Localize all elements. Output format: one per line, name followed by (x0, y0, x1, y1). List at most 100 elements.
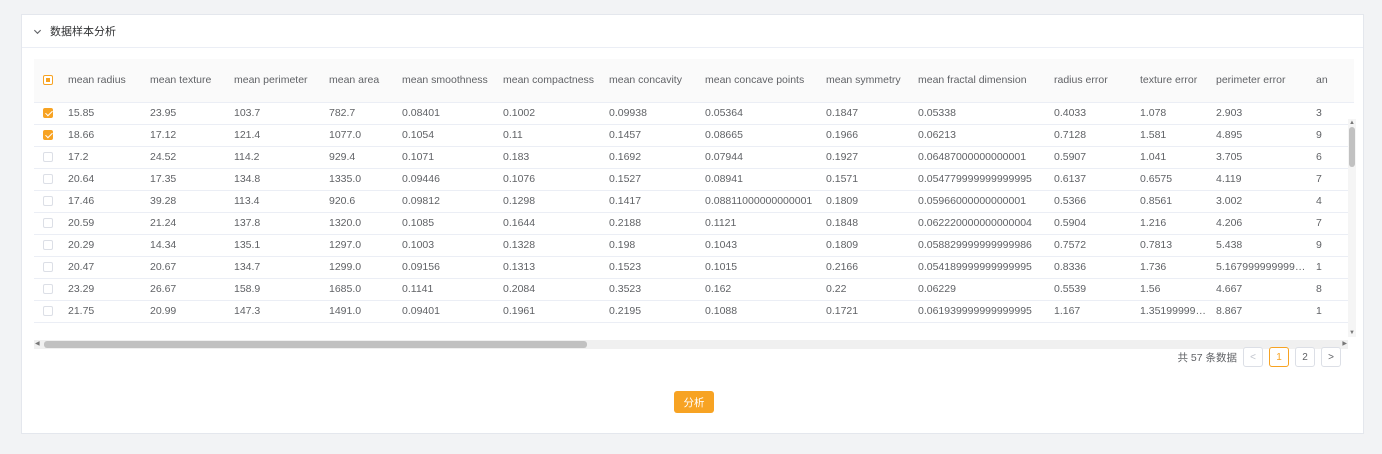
scroll-down-arrow-icon[interactable]: ▼ (1348, 329, 1356, 337)
row-select-cell[interactable] (34, 190, 64, 213)
table-cell: 0.058829999999999986 (914, 234, 1050, 257)
row-select-cell[interactable] (34, 168, 64, 191)
table-cell: 0.08665 (701, 124, 822, 147)
row-checkbox[interactable] (43, 108, 53, 119)
table-cell: 0.183 (499, 146, 605, 169)
table-row[interactable]: 17.46 39.28 113.4 920.6 0.09812 0.1298 0.1417 0… (34, 190, 1354, 213)
scroll-right-arrow-icon[interactable]: ▶ (1342, 340, 1347, 349)
row-checkbox[interactable] (43, 174, 53, 185)
table-row[interactable]: 20.29 14.34 135.1 1297.0 0.1003 0.1328 0.198 0.… (34, 234, 1354, 257)
row-checkbox[interactable] (43, 196, 53, 207)
table-cell: 1077.0 (325, 124, 398, 147)
row-checkbox[interactable] (43, 218, 53, 229)
row-checkbox[interactable] (43, 284, 53, 295)
table-cell: 20.29 (64, 234, 146, 257)
scroll-up-arrow-icon[interactable]: ▲ (1348, 119, 1356, 127)
table-cell: 4.206 (1212, 212, 1312, 235)
table-cell: 0.8561 (1136, 190, 1212, 213)
page-1-button[interactable]: 1 (1269, 347, 1289, 367)
table-cell: 1320.0 (325, 212, 398, 235)
row-select-cell[interactable] (34, 124, 64, 147)
vertical-scroll-thumb[interactable] (1349, 127, 1355, 167)
vertical-scrollbar[interactable]: ▲ ▼ (1348, 119, 1356, 337)
table-cell: 0.1527 (605, 168, 701, 191)
row-select-cell[interactable] (34, 234, 64, 257)
table-cell: 0.22 (822, 278, 914, 301)
column-header: an (1312, 59, 1354, 103)
table-cell: 0.1298 (499, 190, 605, 213)
horizontal-scroll-thumb[interactable] (44, 341, 587, 348)
prev-page-button[interactable]: < (1243, 347, 1263, 367)
table-row[interactable]: 15.85 23.95 103.7 782.7 0.08401 0.1002 0.09938… (34, 102, 1354, 125)
table-header-row: mean radius mean texture mean perimeter mea… (34, 59, 1354, 103)
table-row[interactable]: 20.59 21.24 137.8 1320.0 0.1085 0.1644 0.2188 0… (34, 212, 1354, 235)
table-cell: 0.5539 (1050, 278, 1136, 301)
table-cell: 1.167 (1050, 300, 1136, 323)
table-cell: 0.08811000000000001 (701, 190, 822, 213)
table-cell: 0.198 (605, 234, 701, 257)
row-select-cell[interactable] (34, 146, 64, 169)
select-all-checkbox[interactable] (43, 74, 53, 85)
table-row[interactable]: 18.66 17.12 121.4 1077.0 0.1054 0.11 0.1457 0.0… (34, 124, 1354, 147)
row-select-cell[interactable] (34, 102, 64, 125)
row-select-cell[interactable] (34, 300, 64, 323)
table-cell: 0.1809 (822, 190, 914, 213)
table-cell: 0.7572 (1050, 234, 1136, 257)
column-header: mean radius (64, 59, 146, 103)
table-cell: 0.1054 (398, 124, 499, 147)
row-checkbox[interactable] (43, 152, 53, 163)
column-header: mean concave points (701, 59, 822, 103)
table-cell: 0.1961 (499, 300, 605, 323)
table-cell: 0.054779999999999995 (914, 168, 1050, 191)
table-cell: 0.7813 (1136, 234, 1212, 257)
table-cell: 1.078 (1136, 102, 1212, 125)
table-cell: 0.3523 (605, 278, 701, 301)
analyze-button[interactable]: 分析 (674, 391, 714, 413)
page-2-button[interactable]: 2 (1295, 347, 1315, 367)
table-cell: 0.1644 (499, 212, 605, 235)
table-cell: 0.1848 (822, 212, 914, 235)
table-cell: 0.1071 (398, 146, 499, 169)
scroll-left-arrow-icon[interactable]: ◀ (35, 340, 40, 349)
panel-header[interactable]: 数据样本分析 (22, 15, 1363, 48)
table-cell: 5.438 (1212, 234, 1312, 257)
row-checkbox[interactable] (43, 306, 53, 317)
row-select-cell[interactable] (34, 212, 64, 235)
table-row[interactable]: 20.64 17.35 134.8 1335.0 0.09446 0.1076 0.1527… (34, 168, 1354, 191)
table-cell: 0.7128 (1050, 124, 1136, 147)
table-cell: 20.64 (64, 168, 146, 191)
table-cell: 17.2 (64, 146, 146, 169)
table-cell: 0.08401 (398, 102, 499, 125)
horizontal-scrollbar[interactable]: ◀ ▶ (34, 340, 1348, 349)
table-row[interactable]: 21.75 20.99 147.3 1491.0 0.09401 0.1961 0.2195… (34, 300, 1354, 323)
table-cell: 158.9 (230, 278, 325, 301)
table-cell: 0.1417 (605, 190, 701, 213)
table-cell: 1.736 (1136, 256, 1212, 279)
row-select-cell[interactable] (34, 278, 64, 301)
row-checkbox[interactable] (43, 240, 53, 251)
table-cell: 1299.0 (325, 256, 398, 279)
table-cell: 0.1721 (822, 300, 914, 323)
table-cell: 1335.0 (325, 168, 398, 191)
table-cell: 0.09446 (398, 168, 499, 191)
table-cell: 0.06487000000000001 (914, 146, 1050, 169)
table-cell: 0.5366 (1050, 190, 1136, 213)
row-checkbox[interactable] (43, 130, 53, 141)
table-cell: 23.29 (64, 278, 146, 301)
table-cell: 103.7 (230, 102, 325, 125)
select-all-cell[interactable] (34, 59, 64, 103)
table-cell: 0.2084 (499, 278, 605, 301)
table-cell: 147.3 (230, 300, 325, 323)
row-select-cell[interactable] (34, 256, 64, 279)
table-row[interactable]: 17.2 24.52 114.2 929.4 0.1071 0.183 0.1692 0.07… (34, 146, 1354, 169)
row-checkbox[interactable] (43, 262, 53, 273)
table-cell: 0.5904 (1050, 212, 1136, 235)
table-cell: 1685.0 (325, 278, 398, 301)
table-cell: 20.59 (64, 212, 146, 235)
chevron-down-icon[interactable] (32, 26, 42, 36)
table-cell: 134.7 (230, 256, 325, 279)
column-header: perimeter error (1212, 59, 1312, 103)
next-page-button[interactable]: > (1321, 347, 1341, 367)
table-row[interactable]: 23.29 26.67 158.9 1685.0 0.1141 0.2084 0.3523 0… (34, 278, 1354, 301)
table-row[interactable]: 20.47 20.67 134.7 1299.0 0.09156 0.1313 0.1523… (34, 256, 1354, 279)
